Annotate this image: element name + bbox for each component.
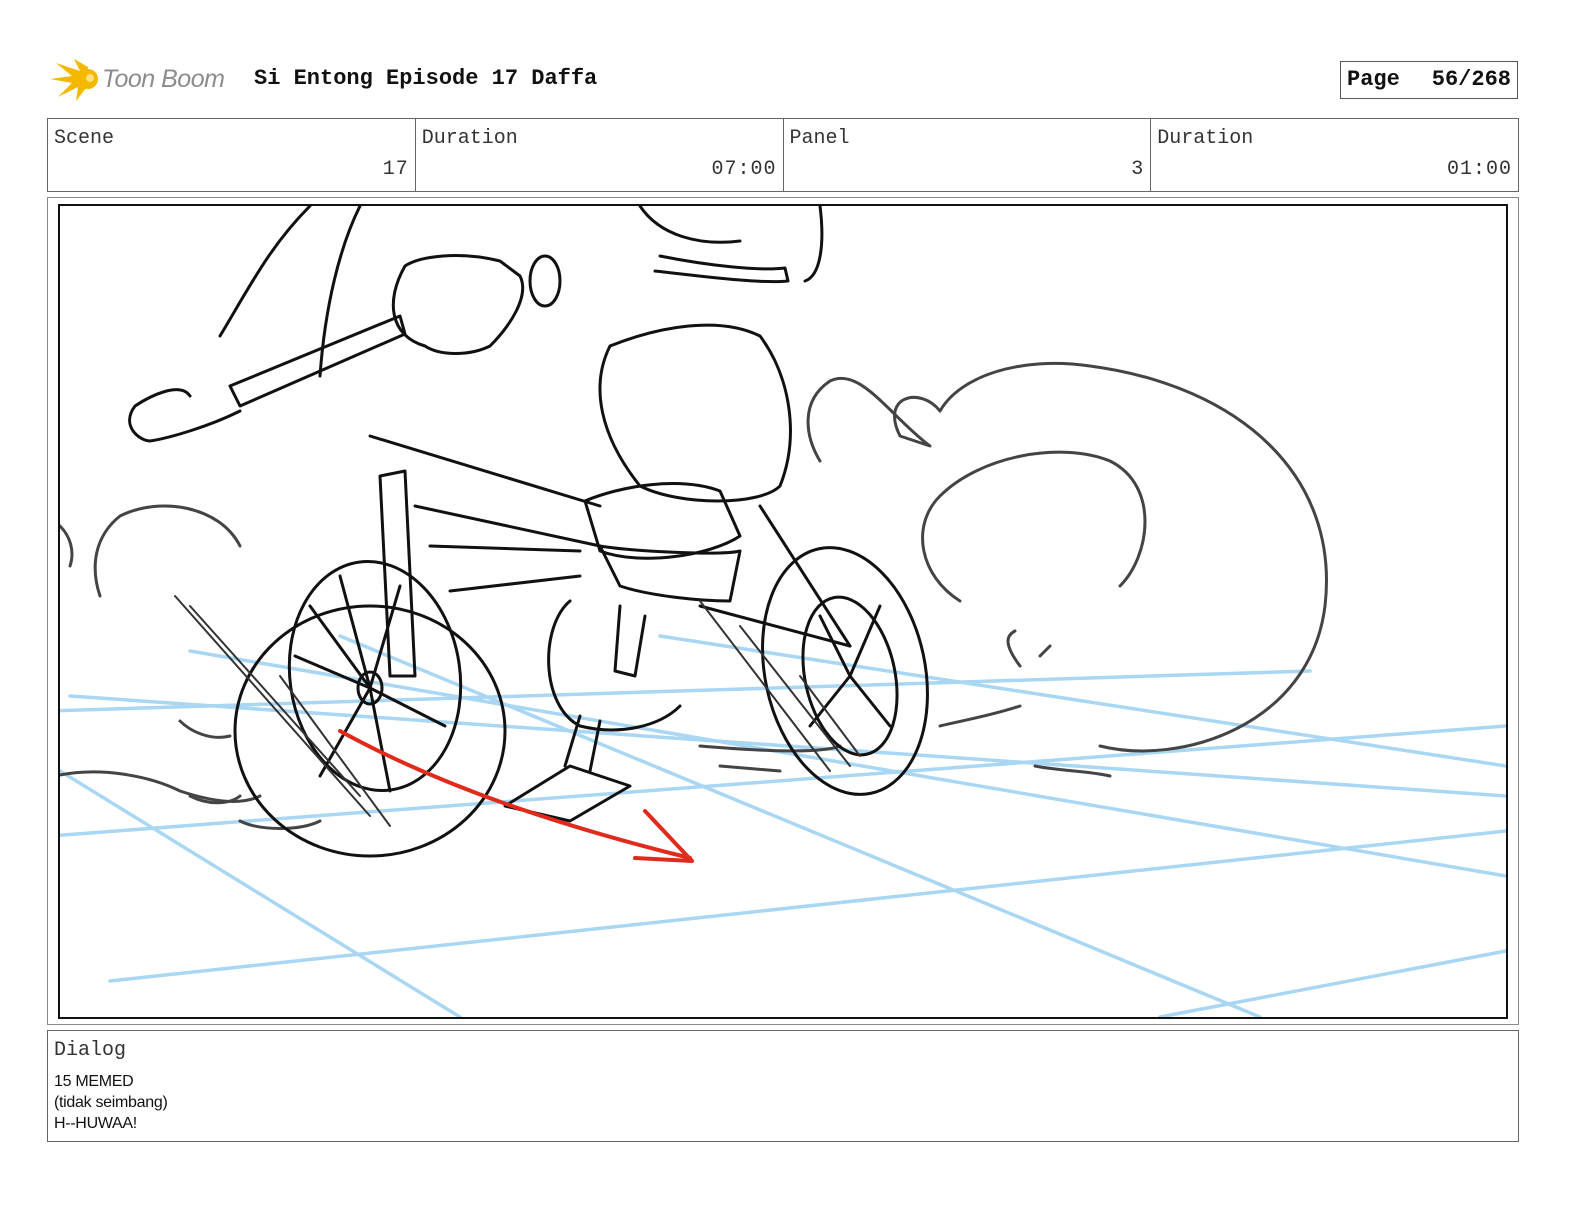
panel-duration-label: Duration — [1157, 127, 1254, 150]
storyboard-panel — [58, 204, 1508, 1019]
motion-arrow — [338, 729, 694, 863]
logo-text: Toon Boom — [102, 65, 225, 93]
panel-cell: Panel 3 — [784, 119, 1152, 191]
dialog-label: Dialog — [54, 1039, 127, 1062]
perspective-grid — [60, 634, 1506, 1017]
scene-info-row: Scene 17 Duration 07:00 Panel 3 Duration… — [47, 118, 1519, 192]
storyboard-header: Toon Boom Si Entong Episode 17 Daffa Pag… — [50, 55, 1520, 105]
page-indicator: Page 56/268 — [1340, 61, 1518, 99]
page-number: 56/268 — [1431, 67, 1511, 92]
panel-label: Panel — [789, 127, 850, 150]
dialog-line: (tidak seimbang) — [54, 1094, 168, 1111]
scene-duration-label: Duration — [421, 127, 518, 150]
project-title: Si Entong Episode 17 Daffa — [254, 66, 598, 91]
scene-cell: Scene 17 — [48, 119, 416, 191]
page-label: Page — [1347, 67, 1400, 92]
toon-boom-star-icon — [50, 59, 98, 101]
scene-number: 17 — [382, 158, 409, 181]
toon-boom-logo: Toon Boom — [50, 57, 240, 103]
panel-duration-cell: Duration 01:00 — [1151, 119, 1518, 191]
dialog-line: H--HUWAA! — [54, 1115, 137, 1132]
panel-duration-value: 01:00 — [1446, 158, 1512, 181]
dust-cloud — [60, 362, 1328, 830]
panel-number: 3 — [1131, 158, 1145, 181]
scene-duration-cell: Duration 07:00 — [416, 119, 784, 191]
scene-duration-value: 07:00 — [711, 158, 777, 181]
scene-label: Scene — [54, 127, 115, 150]
dialog-lines: 15 MEMED (tidak seimbang) H--HUWAA! — [54, 1071, 168, 1134]
panel-sketch — [60, 206, 1506, 1017]
dialog-line: 15 MEMED — [54, 1073, 134, 1090]
dialog-box: Dialog 15 MEMED (tidak seimbang) H--HUWA… — [47, 1030, 1519, 1142]
